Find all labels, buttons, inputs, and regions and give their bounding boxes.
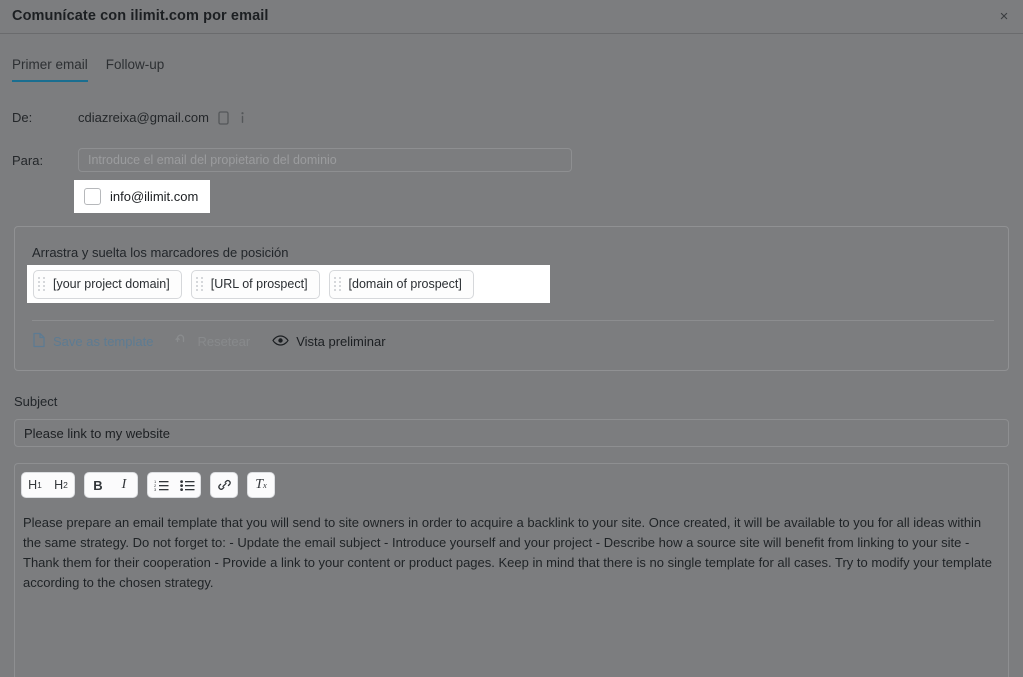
clear-format-button[interactable]: Tx xyxy=(248,473,274,497)
dialog-header: Comunícate con ilimit.com por email × xyxy=(0,0,1023,34)
suggestion-email-label: info@ilimit.com xyxy=(110,189,198,204)
drag-handle-icon[interactable] xyxy=(38,277,48,291)
to-email-input[interactable] xyxy=(78,148,572,172)
placeholder-chip-label: [domain of prospect] xyxy=(349,277,462,291)
from-label: De: xyxy=(12,110,78,125)
ordered-list-button[interactable]: 1 2 3 xyxy=(148,473,174,497)
placeholder-chip-label: [your project domain] xyxy=(53,277,170,291)
link-group xyxy=(210,472,238,498)
heading-2-button[interactable]: H2 xyxy=(48,473,74,497)
link-button[interactable] xyxy=(211,473,237,497)
unordered-list-button[interactable] xyxy=(174,473,200,497)
email-body-editor: H1 H2 B I 1 2 3 xyxy=(14,463,1009,677)
placeholder-chip[interactable]: [domain of prospect] xyxy=(329,270,474,299)
tab-bar: Primer email Follow-up xyxy=(12,57,164,82)
placeholder-chip-label: [URL of prospect] xyxy=(211,277,308,291)
preview-label: Vista preliminar xyxy=(296,334,385,349)
copy-icon[interactable] xyxy=(218,111,229,125)
to-row: Para: xyxy=(12,148,572,172)
subject-label: Subject xyxy=(14,394,57,409)
close-icon[interactable]: × xyxy=(993,6,1015,28)
placeholder-chip-tray: [your project domain] [URL of prospect] … xyxy=(27,265,550,303)
list-group: 1 2 3 xyxy=(147,472,201,498)
heading-group: H1 H2 xyxy=(21,472,75,498)
info-icon[interactable] xyxy=(238,111,247,125)
from-email-value: cdiazreixa@gmail.com xyxy=(78,110,209,125)
tab-primer-email[interactable]: Primer email xyxy=(12,57,88,82)
preview-button[interactable]: Vista preliminar xyxy=(272,334,385,350)
placeholder-chip[interactable]: [your project domain] xyxy=(33,270,182,299)
page-title: Comunícate con ilimit.com por email xyxy=(12,8,269,24)
file-icon xyxy=(32,332,46,351)
to-label: Para: xyxy=(12,153,78,168)
eye-icon xyxy=(272,334,289,350)
editor-toolbar: H1 H2 B I 1 2 3 xyxy=(15,464,1008,505)
panel-actions: Save as template Resetear xyxy=(32,332,386,351)
style-group: B I xyxy=(84,472,138,498)
drag-handle-icon[interactable] xyxy=(334,277,344,291)
italic-button[interactable]: I xyxy=(111,473,137,497)
email-outreach-dialog: Comunícate con ilimit.com por email × Pr… xyxy=(0,0,1023,677)
undo-icon xyxy=(175,333,190,350)
placeholders-title: Arrastra y suelta los marcadores de posi… xyxy=(32,245,289,260)
svg-text:3: 3 xyxy=(154,487,157,492)
placeholders-panel: Arrastra y suelta los marcadores de posi… xyxy=(14,226,1009,371)
email-body-text[interactable]: Please prepare an email template that yo… xyxy=(15,505,1008,593)
heading-1-button[interactable]: H1 xyxy=(22,473,48,497)
reset-button[interactable]: Resetear xyxy=(175,333,250,350)
suggestion-checkbox[interactable] xyxy=(84,188,101,205)
panel-divider xyxy=(32,320,994,321)
save-as-template-button[interactable]: Save as template xyxy=(32,332,153,351)
email-suggestion-item[interactable]: info@ilimit.com xyxy=(74,180,210,213)
save-as-template-label: Save as template xyxy=(53,334,153,349)
from-row: De: cdiazreixa@gmail.com xyxy=(12,110,247,125)
placeholder-chip[interactable]: [URL of prospect] xyxy=(191,270,320,299)
tab-follow-up[interactable]: Follow-up xyxy=(106,57,165,82)
clear-format-group: Tx xyxy=(247,472,275,498)
reset-label: Resetear xyxy=(197,334,250,349)
drag-handle-icon[interactable] xyxy=(196,277,206,291)
subject-input[interactable] xyxy=(14,419,1009,447)
bold-button[interactable]: B xyxy=(85,473,111,497)
